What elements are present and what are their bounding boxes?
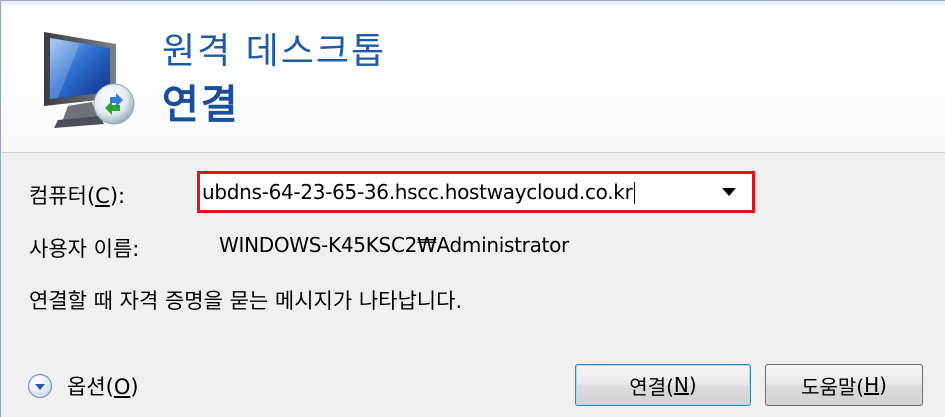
connect-label-suffix: ) <box>688 373 697 397</box>
username-value: WINDOWS-K45KSC2₩Administrator <box>219 233 569 257</box>
options-label[interactable]: 옵션(O) <box>67 371 139 401</box>
options-toggle[interactable]: 옵션(O) <box>27 371 139 401</box>
connect-label-text: 연결( <box>629 374 674 399</box>
computer-input[interactable]: ubdns-64-23-65-36.hscc.hostwaycloud.co.k… <box>200 180 714 205</box>
options-label-suffix: ) <box>130 375 139 399</box>
dropdown-arrow-icon[interactable] <box>714 174 744 210</box>
chevron-down-icon <box>722 188 736 196</box>
connect-button[interactable]: 연결(N) <box>575 364 751 406</box>
help-button[interactable]: 도움말(H) <box>765 364 923 406</box>
header-banner: 원격 데스크톱 연결 <box>2 2 945 153</box>
help-accesskey: H <box>864 373 880 397</box>
computer-combobox[interactable]: ubdns-64-23-65-36.hscc.hostwaycloud.co.k… <box>197 171 755 213</box>
help-label-suffix: ) <box>879 373 887 397</box>
options-accesskey: O <box>113 375 131 399</box>
computer-input-value: ubdns-64-23-65-36.hscc.hostwaycloud.co.k… <box>202 179 633 204</box>
computer-label-suffix: ): <box>109 184 126 208</box>
text-caret <box>633 182 635 205</box>
computer-accesskey: C <box>95 184 110 208</box>
window-subtitle: 원격 데스크톱 <box>162 31 387 72</box>
username-label: 사용자 이름: <box>29 237 140 261</box>
computer-label: 컴퓨터(C): <box>29 180 125 210</box>
help-label-text: 도움말( <box>801 374 865 399</box>
credential-prompt-info: 연결할 때 자격 증명을 묻는 메시지가 나타납니다. <box>29 289 463 313</box>
remote-desktop-dialog: 원격 데스크톱 연결 컴퓨터(C): ubdns-64-23-65-36.hsc… <box>0 0 945 417</box>
expand-options-icon[interactable] <box>27 373 53 399</box>
options-label-text: 옵션( <box>67 375 114 399</box>
computer-label-text: 컴퓨터( <box>29 184 96 208</box>
banner-glow <box>2 2 945 10</box>
remote-desktop-monitor-icon <box>44 32 135 128</box>
connect-accesskey: N <box>673 373 689 397</box>
window-title: 연결 <box>162 82 240 128</box>
